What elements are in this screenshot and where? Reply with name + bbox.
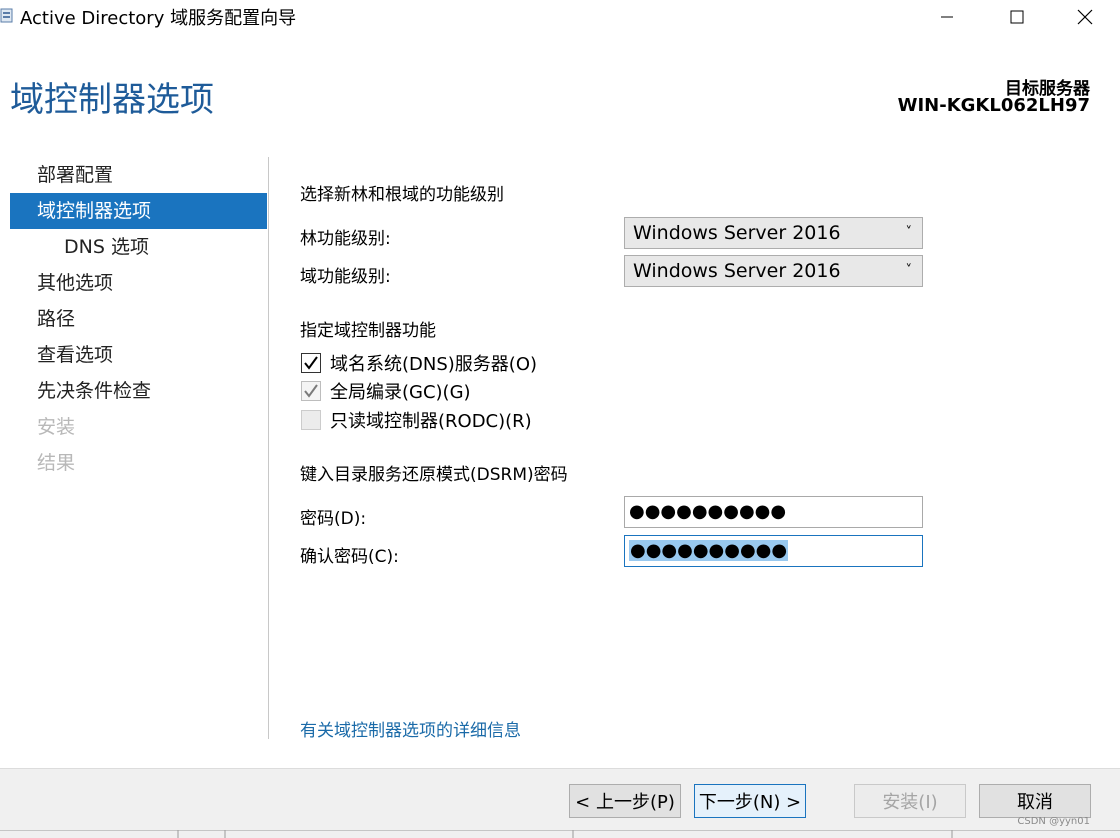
confirm-password-label: 确认密码(C): xyxy=(300,547,399,567)
nav-item-paths[interactable]: 路径 xyxy=(10,301,267,337)
rodc-checkbox-row: 只读域控制器(RODC)(R) xyxy=(301,409,532,432)
close-button[interactable] xyxy=(1062,0,1108,34)
domain-level-value: Windows Server 2016 xyxy=(633,260,841,282)
status-bar xyxy=(0,830,1120,838)
forest-level-label: 林功能级别: xyxy=(300,229,391,249)
global-catalog-checkbox xyxy=(301,381,321,401)
forest-level-value: Windows Server 2016 xyxy=(633,222,841,244)
watermark: CSDN @yyn01 xyxy=(1017,816,1090,827)
nav-item-dns-options[interactable]: DNS 选项 xyxy=(10,229,267,265)
nav-item-review-options[interactable]: 查看选项 xyxy=(10,337,267,373)
domain-level-select[interactable]: Windows Server 2016 ˅ xyxy=(624,255,923,287)
maximize-button[interactable] xyxy=(994,0,1040,34)
forest-level-select[interactable]: Windows Server 2016 ˅ xyxy=(624,217,923,249)
rodc-label: 只读域控制器(RODC)(R) xyxy=(330,411,532,432)
minimize-icon xyxy=(941,16,953,18)
previous-button[interactable]: < 上一步(P) xyxy=(569,784,681,818)
password-field[interactable]: ●●●●●●●●●● xyxy=(624,496,923,528)
window-title: Active Directory 域服务配置向导 xyxy=(20,8,297,29)
close-icon xyxy=(1077,9,1093,25)
dsrm-title: 键入目录服务还原模式(DSRM)密码 xyxy=(300,465,568,485)
title-bar: Active Directory 域服务配置向导 xyxy=(0,0,1120,34)
page-title: 域控制器选项 xyxy=(10,80,214,120)
checkmark-icon xyxy=(304,384,318,398)
next-button[interactable]: 下一步(N) > xyxy=(694,784,806,818)
global-catalog-checkbox-row: 全局编录(GC)(G) xyxy=(301,380,471,403)
confirm-password-value: ●●●●●●●●●● xyxy=(629,540,789,561)
confirm-password-field[interactable]: ●●●●●●●●●● xyxy=(624,535,923,567)
install-button: 安装(I) xyxy=(854,784,966,818)
dc-capabilities-title: 指定域控制器功能 xyxy=(300,321,436,341)
server-manager-icon xyxy=(0,8,13,23)
dns-server-checkbox-row[interactable]: 域名系统(DNS)服务器(O) xyxy=(301,352,538,375)
domain-level-label: 域功能级别: xyxy=(300,267,391,287)
maximize-icon xyxy=(1010,10,1024,24)
nav-item-dc-options[interactable]: 域控制器选项 xyxy=(10,193,267,229)
rodc-checkbox xyxy=(301,410,321,430)
dns-server-label: 域名系统(DNS)服务器(O) xyxy=(330,354,538,375)
chevron-down-icon: ˅ xyxy=(905,225,913,240)
minimize-button[interactable] xyxy=(924,0,970,34)
cancel-button[interactable]: 取消 xyxy=(979,784,1091,818)
checkmark-icon xyxy=(304,356,318,370)
global-catalog-label: 全局编录(GC)(G) xyxy=(330,382,471,403)
nav-item-prereq-check[interactable]: 先决条件检查 xyxy=(10,373,267,409)
nav-item-deployment-config[interactable]: 部署配置 xyxy=(10,157,267,193)
password-value: ●●●●●●●●●● xyxy=(629,501,787,522)
functional-level-title: 选择新林和根域的功能级别 xyxy=(300,185,504,205)
nav-item-results: 结果 xyxy=(37,452,76,474)
more-info-link[interactable]: 有关域控制器选项的详细信息 xyxy=(300,716,521,741)
target-server-name: WIN-KGKL062LH97 xyxy=(897,95,1090,116)
nav-divider xyxy=(268,157,269,739)
nav-item-additional-options[interactable]: 其他选项 xyxy=(10,265,267,301)
nav-item-install: 安装 xyxy=(37,416,76,438)
password-label: 密码(D): xyxy=(300,509,367,529)
chevron-down-icon: ˅ xyxy=(905,263,913,278)
dns-server-checkbox[interactable] xyxy=(301,353,321,373)
